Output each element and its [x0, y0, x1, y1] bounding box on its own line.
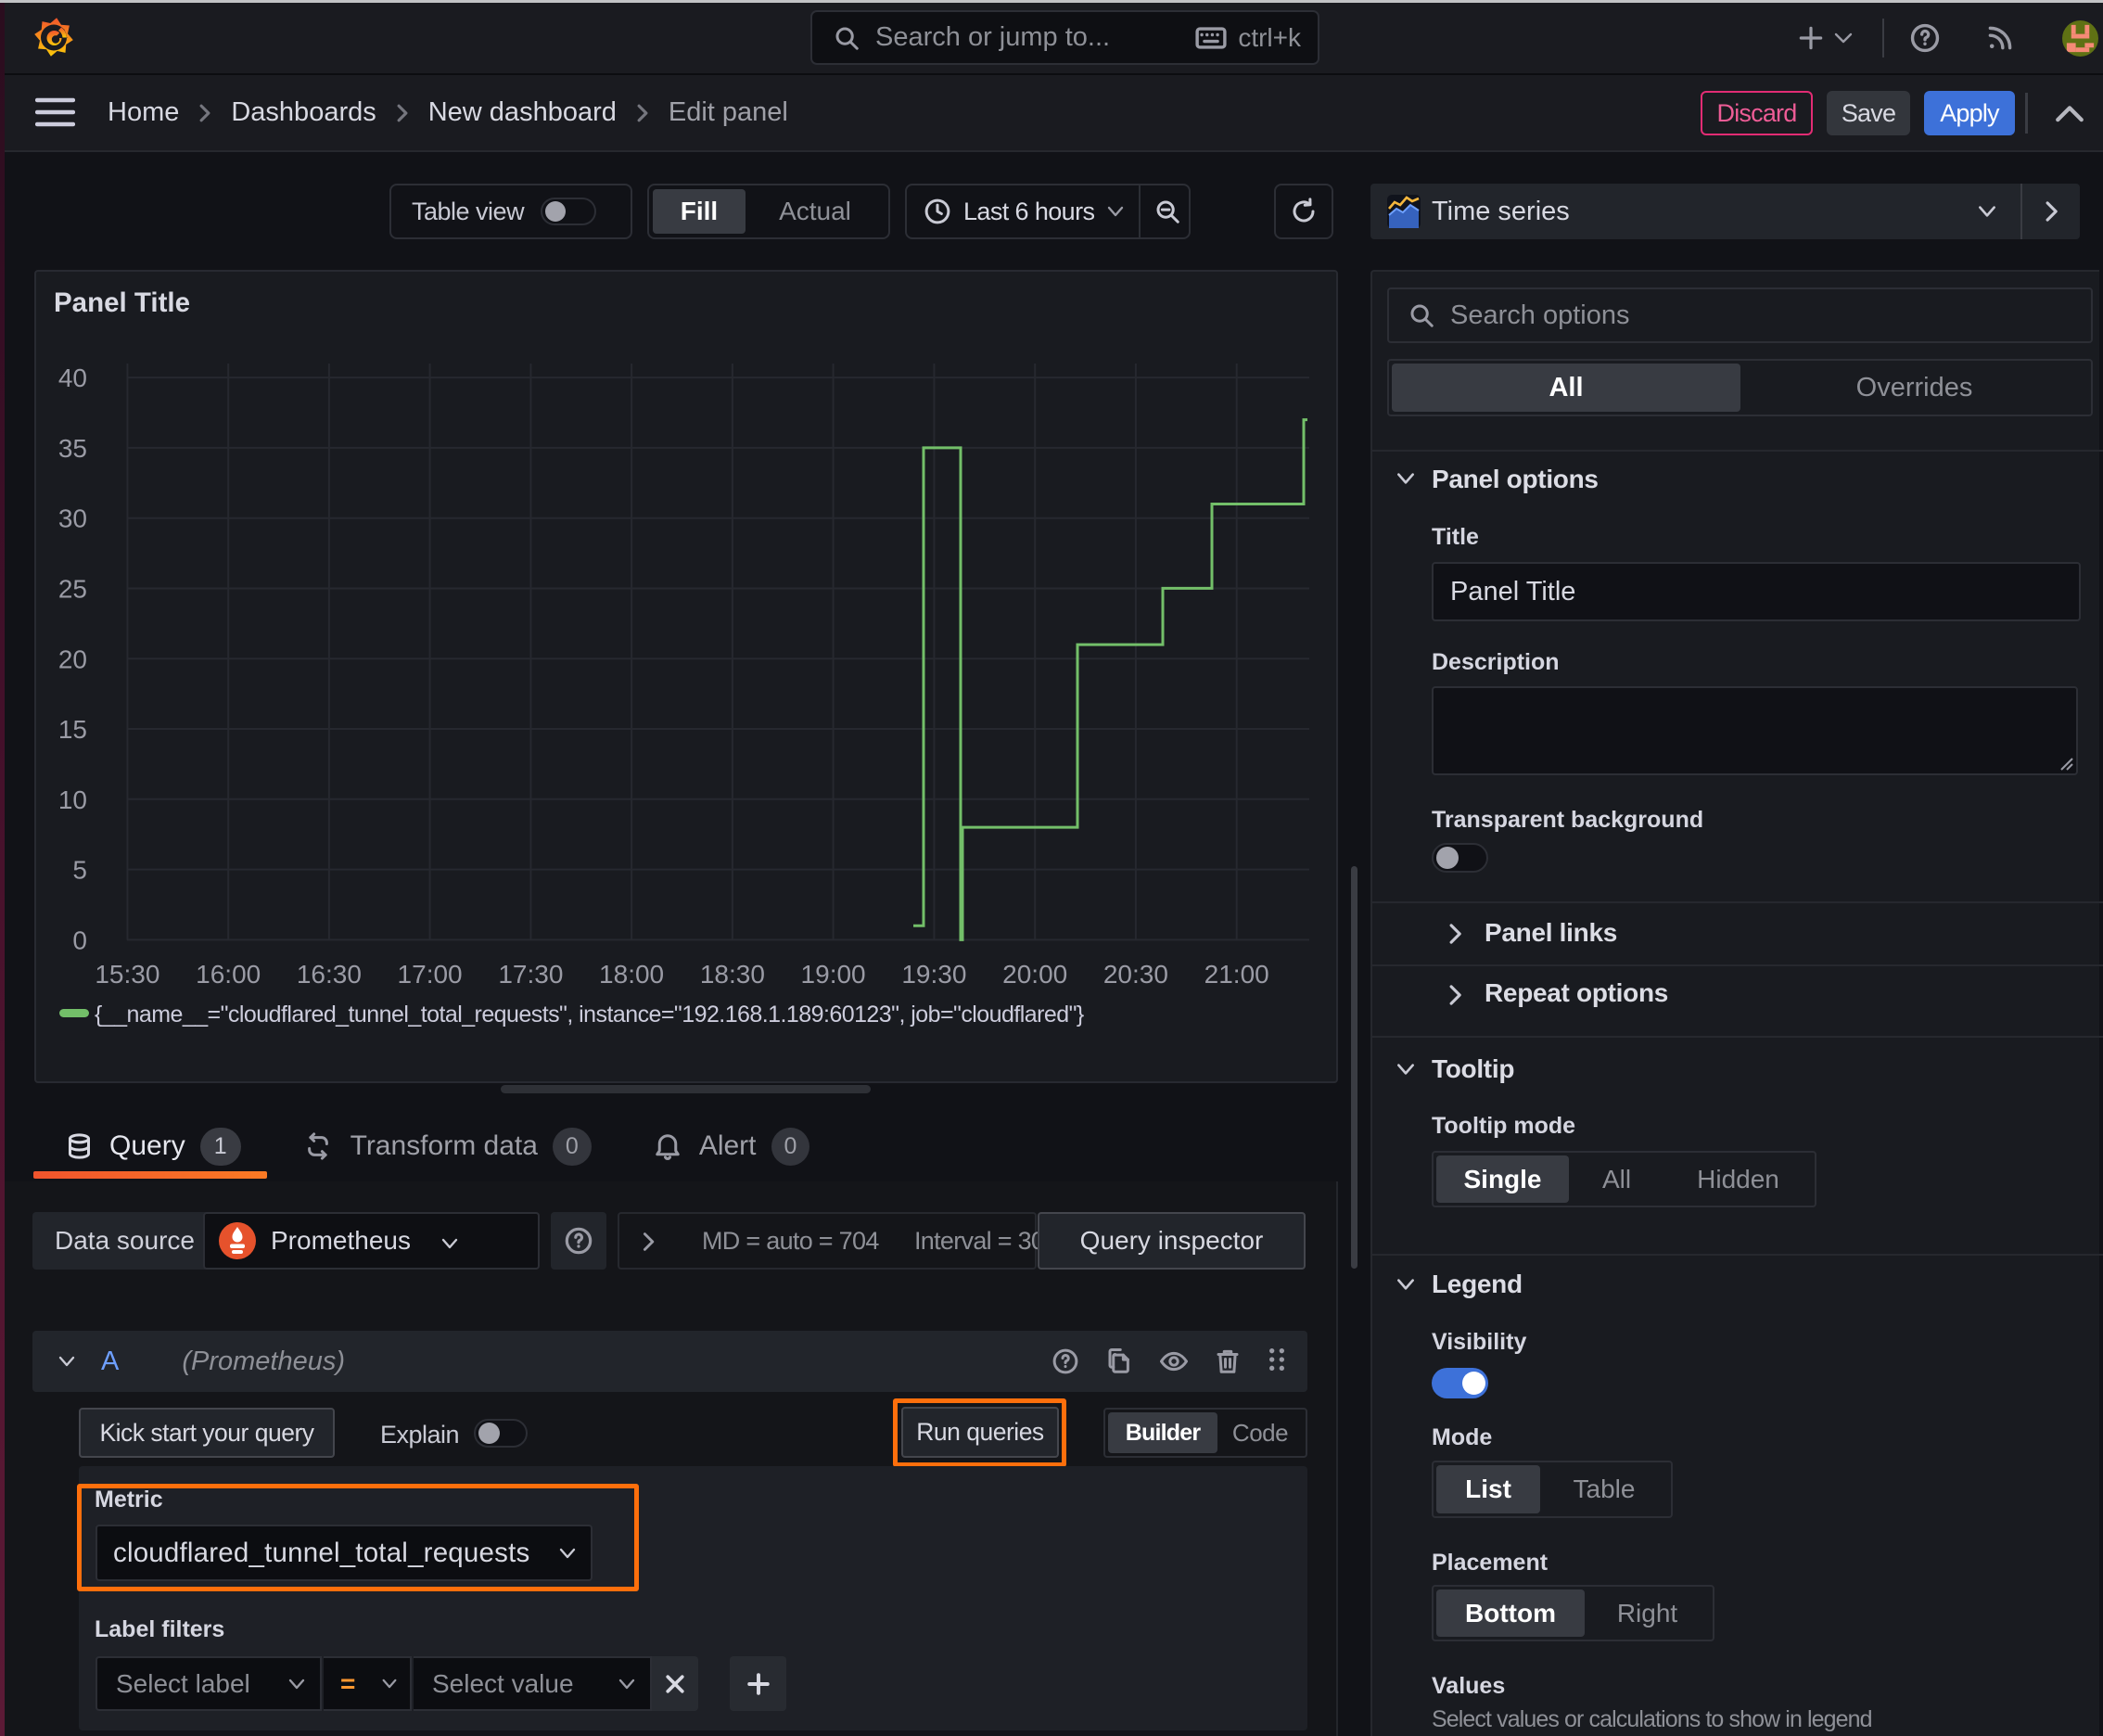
- svg-text:10: 10: [58, 785, 87, 814]
- svg-text:16:30: 16:30: [297, 960, 362, 989]
- svg-text:21:00: 21:00: [1204, 960, 1269, 989]
- svg-text:18:00: 18:00: [599, 960, 664, 989]
- svg-text:15:30: 15:30: [95, 960, 159, 989]
- svg-text:{__name__="cloudflared_tunnel_: {__name__="cloudflared_tunnel_total_requ…: [95, 1002, 1084, 1028]
- svg-text:5: 5: [72, 856, 87, 885]
- svg-text:19:30: 19:30: [901, 960, 966, 989]
- svg-text:0: 0: [72, 925, 87, 954]
- svg-text:20: 20: [58, 645, 87, 673]
- svg-text:18:30: 18:30: [700, 960, 765, 989]
- svg-text:30: 30: [58, 504, 87, 533]
- svg-text:20:30: 20:30: [1103, 960, 1168, 989]
- svg-text:17:30: 17:30: [498, 960, 563, 989]
- svg-text:40: 40: [58, 364, 87, 392]
- svg-text:15: 15: [58, 715, 87, 744]
- svg-text:35: 35: [58, 434, 87, 463]
- svg-text:19:00: 19:00: [801, 960, 866, 989]
- svg-text:20:00: 20:00: [1002, 960, 1067, 989]
- svg-text:Panel Title: Panel Title: [54, 287, 190, 318]
- svg-text:25: 25: [58, 575, 87, 604]
- svg-text:17:00: 17:00: [398, 960, 463, 989]
- svg-text:16:00: 16:00: [196, 960, 261, 989]
